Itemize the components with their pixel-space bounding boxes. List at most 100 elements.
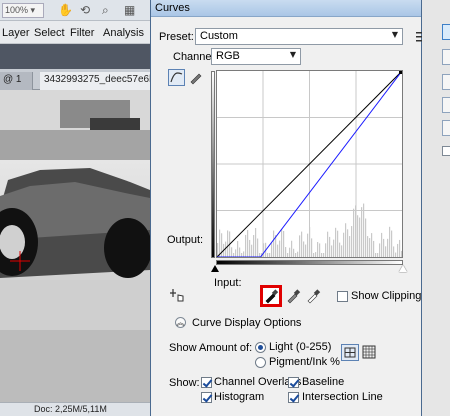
histogram-bar — [329, 236, 331, 257]
edit-points-button[interactable] — [168, 69, 185, 86]
curve-endpoint[interactable] — [399, 69, 404, 74]
eyedropper-black-icon — [265, 289, 279, 304]
output-label: Output: — [167, 234, 204, 246]
targeted-adjustment-icon[interactable] — [169, 287, 185, 303]
menu-layer[interactable]: Layer — [2, 27, 30, 39]
preset-select[interactable]: Custom ▼ — [195, 28, 403, 45]
histogram-bar — [297, 251, 299, 257]
zoom-combo[interactable]: 100% ▾ — [2, 3, 44, 18]
curve-graph[interactable] — [216, 69, 404, 258]
histogram-bar — [351, 226, 353, 257]
black-point-slider[interactable] — [211, 265, 219, 272]
document-canvas[interactable] — [0, 90, 150, 402]
histogram-bar — [311, 238, 313, 257]
grid-10x10-icon[interactable] — [362, 345, 376, 359]
show-clipping-checkbox[interactable] — [337, 291, 348, 302]
options-button[interactable] — [442, 120, 450, 136]
histogram-bar — [285, 247, 287, 257]
histogram-bar — [341, 245, 343, 257]
histogram-bar — [243, 251, 245, 257]
chevron-down-icon: ▼ — [391, 30, 398, 39]
ok-button[interactable] — [442, 24, 450, 40]
preview-checkbox[interactable] — [442, 146, 450, 156]
dialog-title: Curves — [155, 2, 190, 14]
histogram-checkbox[interactable] — [201, 392, 212, 403]
auto-button[interactable] — [442, 97, 450, 113]
output-gradient-bar — [211, 71, 215, 258]
white-point-slider[interactable] — [399, 265, 407, 272]
histogram-bar — [391, 230, 393, 257]
baseline-checkbox[interactable] — [288, 377, 299, 388]
histogram-bar — [321, 253, 323, 257]
histogram-bar — [241, 253, 243, 257]
pigment-radio[interactable] — [255, 357, 266, 368]
histogram-bar — [289, 247, 291, 257]
histogram-bar — [235, 249, 237, 257]
expand-options-icon[interactable]: ︽ — [175, 317, 186, 328]
eyedropper-white-icon — [307, 289, 321, 304]
histogram-bar — [277, 244, 279, 257]
histogram-bar — [389, 226, 391, 257]
histogram-bar — [253, 235, 255, 257]
channel-overlays-checkbox[interactable] — [201, 377, 212, 388]
cancel-button[interactable] — [442, 49, 450, 65]
histogram-bar — [353, 208, 355, 257]
histogram-bar — [333, 239, 335, 257]
histogram-bar — [349, 236, 351, 257]
histogram-bar — [401, 250, 403, 257]
simple-grid-button[interactable] — [341, 344, 359, 361]
zoom-value: 100% — [5, 5, 29, 15]
histogram-bar — [257, 238, 259, 257]
histogram-bar — [369, 238, 371, 257]
panel-dock — [0, 44, 150, 69]
arrange-documents-icon[interactable]: ▦ — [124, 3, 135, 17]
preset-label: Preset: — [159, 31, 194, 43]
show-clipping-label: Show Clipping — [351, 290, 422, 302]
histogram-bar — [325, 243, 327, 257]
menu-analysis[interactable]: Analysis — [103, 27, 144, 39]
histogram-bar — [363, 203, 365, 257]
menu-filter[interactable]: Filter — [70, 27, 94, 39]
menu-select[interactable]: Select — [34, 27, 65, 39]
curve-display-options-label[interactable]: Curve Display Options — [192, 317, 301, 329]
histogram-bar — [397, 243, 399, 257]
histogram-bar — [271, 243, 273, 257]
tab-previous-document[interactable]: @ 1 — [0, 72, 33, 90]
smooth-button[interactable] — [442, 74, 450, 90]
histogram-bar — [385, 246, 387, 257]
rotate-view-icon[interactable]: ⟲ — [80, 3, 90, 17]
histogram-bar — [219, 229, 221, 257]
zoom-tool-icon[interactable]: ⌕ — [102, 3, 109, 18]
histogram-bar — [347, 229, 349, 257]
histogram-bar — [267, 253, 269, 257]
pencil-icon — [190, 73, 202, 85]
histogram-bar — [237, 241, 239, 257]
histogram-label: Histogram — [214, 391, 265, 403]
histogram-bar — [379, 243, 381, 257]
gray-point-eyedropper[interactable] — [285, 288, 303, 306]
draw-curve-button[interactable] — [187, 69, 204, 86]
histogram-bar — [255, 227, 257, 257]
histogram-bar — [381, 232, 383, 257]
white-point-eyedropper[interactable] — [305, 288, 323, 306]
hand-tool-icon[interactable]: ✋ — [58, 3, 73, 17]
histogram-bar — [319, 243, 321, 257]
black-point-eyedropper[interactable] — [260, 285, 282, 307]
histogram-bar — [231, 247, 233, 257]
intersection-line-checkbox[interactable] — [288, 392, 299, 403]
histogram-bar — [299, 235, 301, 257]
histogram-bar — [339, 242, 341, 257]
histogram-bar — [317, 242, 319, 257]
histogram-bar — [293, 248, 295, 257]
histogram-bar — [371, 233, 373, 257]
histogram-bar — [387, 238, 389, 257]
histogram-bar — [359, 217, 361, 257]
light-radio[interactable] — [255, 342, 266, 353]
dialog-title-bar[interactable]: Curves — [151, 0, 421, 17]
histogram-bar — [247, 230, 249, 257]
channel-select[interactable]: RGB ▼ — [211, 48, 301, 65]
channel-value: RGB — [216, 50, 240, 62]
document-size: Doc: 2,25M/5,11M — [34, 404, 107, 414]
light-label: Light (0-255) — [269, 341, 332, 353]
tab-active-document[interactable]: 3432993275_deec57e6ba_ — [40, 72, 150, 90]
